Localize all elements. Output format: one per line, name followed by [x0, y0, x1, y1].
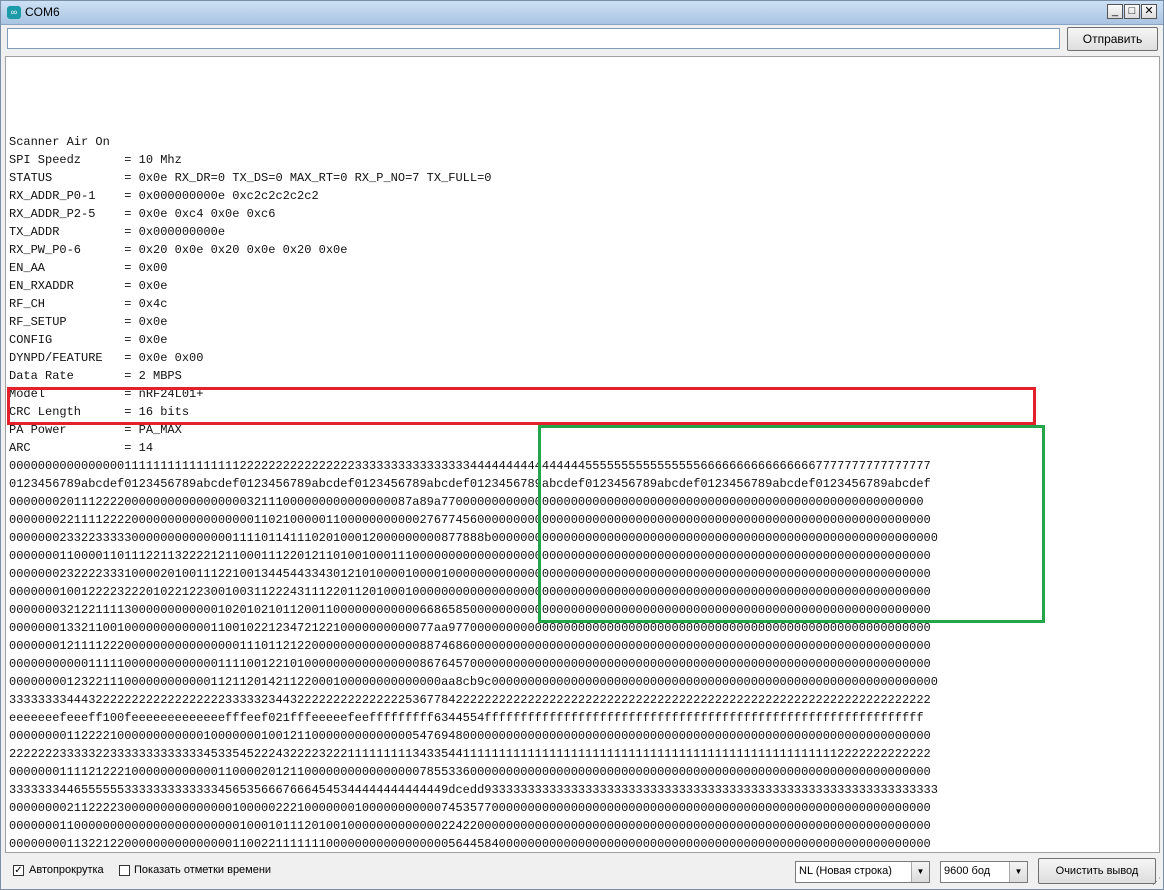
output-line: DYNPD/FEATURE = 0x0e 0x00	[9, 351, 204, 365]
output-line: 0000000011222210000000000001000000010012…	[9, 729, 931, 743]
autoscroll-checkbox[interactable]: ✓	[13, 865, 24, 876]
output-line: 0000000012322111000000000000112112014211…	[9, 675, 938, 689]
output-line: TX_ADDR = 0x000000000e	[9, 225, 226, 239]
chevron-down-icon: ▼	[1009, 862, 1027, 882]
autoscroll-label: Автопрокрутка	[29, 864, 104, 876]
output-line: 0000000111121222100000000000011000020121…	[9, 765, 931, 779]
output-line: 2222222333332233333333333334533545222432…	[9, 747, 931, 761]
send-button[interactable]: Отправить	[1067, 27, 1158, 51]
serial-monitor-window: ∞ COM6 _ □ ✕ Отправить Scanner Air On SPI…	[0, 0, 1164, 890]
send-input[interactable]	[7, 28, 1060, 49]
output-line: EN_AA = 0x00	[9, 261, 168, 275]
highlight-green-box	[538, 425, 1045, 623]
output-line: EN_RXADDR = 0x0e	[9, 279, 168, 293]
maximize-button[interactable]: □	[1124, 4, 1140, 19]
resize-grip-icon[interactable]: ⋰	[1152, 876, 1161, 887]
output-line: eeeeeeefeeeff100feeeeeeeeeeeeefffeef021f…	[9, 711, 924, 725]
output-line: 3333333446555555333333333333345653566676…	[9, 783, 938, 797]
output-line: RF_SETUP = 0x0e	[9, 315, 168, 329]
output-line: CONFIG = 0x0e	[9, 333, 168, 347]
output-line: RX_PW_P0-6 = 0x20 0x0e 0x20 0x0e 0x20 0x…	[9, 243, 348, 257]
output-line: 0000000000011111000000000000011110012210…	[9, 657, 931, 671]
output-line: RF_CH = 0x4c	[9, 297, 168, 311]
minimize-button[interactable]: _	[1107, 4, 1123, 19]
output-line: Scanner Air On	[9, 135, 110, 149]
window-title: COM6	[25, 5, 60, 19]
line-ending-select[interactable]: NL (Новая строка) ▼	[795, 861, 930, 883]
status-bar: ✓ Автопрокрутка Показать отметки времени…	[1, 853, 1163, 889]
output-line: 0000000110000000000000000000000010001011…	[9, 819, 931, 833]
arduino-logo-icon: ∞	[7, 6, 21, 19]
output-line: 0000000011322122000000000000000110022111…	[9, 837, 931, 851]
output-line: RX_ADDR_P0-1 = 0x000000000e 0xc2c2c2c2c2	[9, 189, 319, 203]
baud-rate-select[interactable]: 9600 бод ▼	[940, 861, 1028, 883]
output-lines: Scanner Air On SPI Speedz = 10 Mhz STATUS …	[7, 61, 1045, 853]
chevron-down-icon: ▼	[911, 862, 929, 882]
title-bar[interactable]: ∞ COM6 _ □ ✕	[1, 1, 1163, 25]
output-line: STATUS = 0x0e RX_DR=0 TX_DS=0 MAX_RT=0 R…	[9, 171, 492, 185]
output-line: Data Rate = 2 MBPS	[9, 369, 182, 383]
timestamps-checkbox[interactable]	[119, 865, 130, 876]
baud-rate-value: 9600 бод	[944, 865, 991, 877]
serial-output[interactable]: Scanner Air On SPI Speedz = 10 Mhz STATUS …	[5, 56, 1160, 853]
clear-output-button[interactable]: Очистить вывод	[1038, 858, 1156, 884]
close-button[interactable]: ✕	[1141, 4, 1157, 19]
timestamps-label: Показать отметки времени	[134, 864, 272, 876]
output-line: 0000000121111222000000000000000011101121…	[9, 639, 931, 653]
output-line: SPI Speedz = 10 Mhz	[9, 153, 182, 167]
output-line: 3333333344432222222222222222223333323443…	[9, 693, 931, 707]
highlight-red-box	[7, 387, 1036, 425]
output-line: 0000000021122223000000000000000100000222…	[9, 801, 931, 815]
line-ending-value: NL (Новая строка)	[799, 865, 892, 877]
output-line: RX_ADDR_P2-5 = 0x0e 0xc4 0x0e 0xc6	[9, 207, 276, 221]
